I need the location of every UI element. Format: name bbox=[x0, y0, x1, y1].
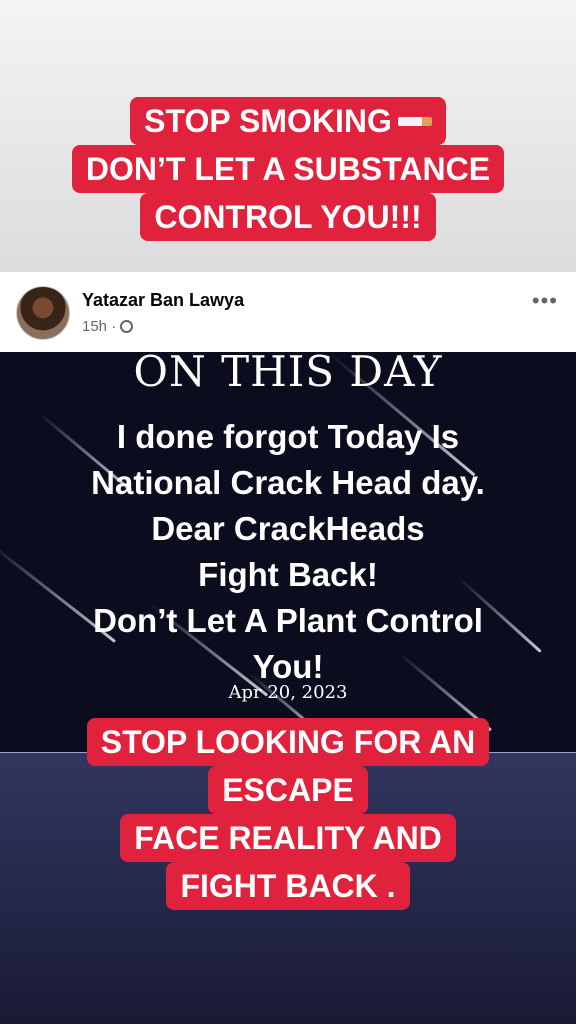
author-name[interactable]: Yatazar Ban Lawya bbox=[82, 290, 244, 311]
on-this-day-header: ON THIS DAY bbox=[133, 352, 443, 396]
post-time[interactable]: 15h bbox=[82, 318, 107, 335]
post-text-line: I done forgot Today Is bbox=[116, 418, 460, 455]
bottom-caption: STOP LOOKING FOR AN ESCAPE FACE REALITY … bbox=[0, 718, 576, 910]
post-text-line: Dear CrackHeads bbox=[151, 510, 425, 547]
bottom-caption-line-3: FACE REALITY AND bbox=[120, 814, 456, 862]
post-text-line: Fight Back! bbox=[198, 556, 378, 593]
top-caption-line-3: CONTROL YOU!!! bbox=[140, 193, 436, 241]
bottom-caption-line-4: FIGHT BACK . bbox=[166, 862, 410, 910]
top-caption-line-2: DON’T LET A SUBSTANCE bbox=[71, 145, 505, 193]
bottom-caption-line-1: STOP LOOKING FOR AN bbox=[86, 718, 490, 766]
top-caption-line-1: STOP SMOKING bbox=[130, 97, 446, 145]
more-options-button[interactable]: ••• bbox=[532, 288, 558, 314]
bottom-caption-line-2: ESCAPE bbox=[208, 766, 368, 814]
post-image[interactable]: ON THIS DAY I done forgot Today Is Natio… bbox=[0, 352, 576, 752]
post-text-line: National Crack Head day. bbox=[91, 464, 485, 501]
post-meta: 15h · bbox=[82, 318, 134, 335]
avatar[interactable] bbox=[16, 286, 70, 340]
post-header: Yatazar Ban Lawya 15h · ••• bbox=[0, 272, 576, 352]
memory-date: Apr 20, 2023 bbox=[228, 682, 348, 703]
top-caption: STOP SMOKING DON’T LET A SUBSTANCE CONTR… bbox=[0, 97, 576, 241]
cigarette-icon bbox=[397, 117, 432, 127]
post-image-text: I done forgot Today Is National Crack He… bbox=[0, 414, 576, 690]
post-text-line: Don’t Let A Plant Control bbox=[93, 602, 483, 639]
globe-icon bbox=[120, 319, 134, 333]
meta-separator: · bbox=[111, 318, 117, 335]
